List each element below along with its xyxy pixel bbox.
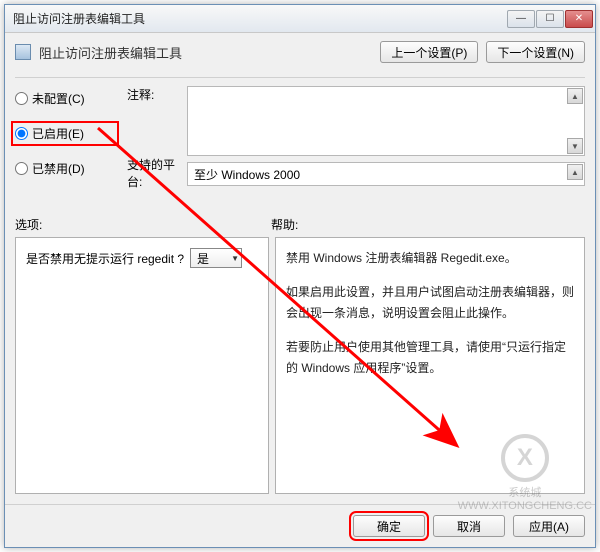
ok-button[interactable]: 确定 xyxy=(353,515,425,537)
option-question: 是否禁用无提示运行 regedit ? xyxy=(26,250,184,267)
window-title: 阻止访问注册表编辑工具 xyxy=(13,10,506,27)
radio-enabled-label: 已启用(E) xyxy=(32,125,84,142)
option-dropdown[interactable]: 是 ▼ xyxy=(190,248,242,268)
close-button[interactable]: ✕ xyxy=(565,10,593,28)
radio-enabled[interactable]: 已启用(E) xyxy=(15,125,115,142)
option-dropdown-value: 是 xyxy=(197,250,209,267)
help-paragraph: 如果启用此设置，并且用户试图启动注册表编辑器，则会出现一条消息，说明设置会阻止此… xyxy=(286,282,574,325)
scroll-up-icon[interactable]: ▲ xyxy=(567,164,583,180)
state-radios: 未配置(C) 已启用(E) 已禁用(D) xyxy=(15,86,119,190)
help-label: 帮助: xyxy=(271,216,298,233)
help-text: 禁用 Windows 注册表编辑器 Regedit.exe。 如果启用此设置，并… xyxy=(286,248,574,380)
maximize-button[interactable]: ☐ xyxy=(536,10,564,28)
comment-textarea[interactable]: ▲ ▼ xyxy=(187,86,585,156)
radio-disabled[interactable]: 已禁用(D) xyxy=(15,160,119,177)
policy-title: 阻止访问注册表编辑工具 xyxy=(39,43,182,62)
configuration-block: 未配置(C) 已启用(E) 已禁用(D) 注释: 支持的平台: xyxy=(15,86,585,190)
radio-disabled-input[interactable] xyxy=(15,162,28,175)
option-row: 是否禁用无提示运行 regedit ? 是 ▼ xyxy=(26,248,258,268)
chevron-down-icon: ▼ xyxy=(231,254,239,263)
window-controls: — ☐ ✕ xyxy=(506,10,593,28)
platform-label: 支持的平台: xyxy=(127,156,179,190)
radio-enabled-input[interactable] xyxy=(15,127,28,140)
separator xyxy=(15,77,585,78)
titlebar: 阻止访问注册表编辑工具 — ☐ ✕ xyxy=(5,5,595,33)
minimize-button[interactable]: — xyxy=(507,10,535,28)
options-pane: 是否禁用无提示运行 regedit ? 是 ▼ xyxy=(15,237,269,494)
radio-not-configured-label: 未配置(C) xyxy=(32,90,85,107)
options-label: 选项: xyxy=(15,216,271,233)
enabled-highlight: 已启用(E) xyxy=(11,121,119,146)
apply-button[interactable]: 应用(A) xyxy=(513,515,585,537)
radio-disabled-label: 已禁用(D) xyxy=(32,160,85,177)
supported-platform-box: 至少 Windows 2000 ▲ xyxy=(187,162,585,186)
previous-setting-button[interactable]: 上一个设置(P) xyxy=(380,41,478,63)
mid-labels-row: 选项: 帮助: xyxy=(15,216,585,233)
radio-not-configured[interactable]: 未配置(C) xyxy=(15,90,119,107)
help-paragraph: 禁用 Windows 注册表编辑器 Regedit.exe。 xyxy=(286,248,574,270)
help-paragraph: 若要防止用户使用其他管理工具，请使用“只运行指定的 Windows 应用程序”设… xyxy=(286,337,574,380)
help-pane: 禁用 Windows 注册表编辑器 Regedit.exe。 如果启用此设置，并… xyxy=(275,237,585,494)
dialog-window: 阻止访问注册表编辑工具 — ☐ ✕ 阻止访问注册表编辑工具 上一个设置(P) 下… xyxy=(4,4,596,548)
panes: 是否禁用无提示运行 regedit ? 是 ▼ 禁用 Windows 注册表编辑… xyxy=(15,237,585,494)
scroll-up-icon[interactable]: ▲ xyxy=(567,88,583,104)
next-setting-button[interactable]: 下一个设置(N) xyxy=(486,41,585,63)
comment-platform-column: ▲ ▼ 至少 Windows 2000 ▲ xyxy=(187,86,585,190)
header-row: 阻止访问注册表编辑工具 上一个设置(P) 下一个设置(N) xyxy=(15,41,585,63)
policy-icon xyxy=(15,44,31,60)
comment-label: 注释: xyxy=(127,86,179,156)
cancel-button[interactable]: 取消 xyxy=(433,515,505,537)
field-labels-column: 注释: 支持的平台: xyxy=(127,86,179,190)
dialog-body: 阻止访问注册表编辑工具 上一个设置(P) 下一个设置(N) 未配置(C) 已启用… xyxy=(5,33,595,504)
scroll-down-icon[interactable]: ▼ xyxy=(567,138,583,154)
dialog-footer: 确定 取消 应用(A) xyxy=(5,504,595,547)
supported-platform-text: 至少 Windows 2000 xyxy=(194,166,300,183)
radio-not-configured-input[interactable] xyxy=(15,92,28,105)
